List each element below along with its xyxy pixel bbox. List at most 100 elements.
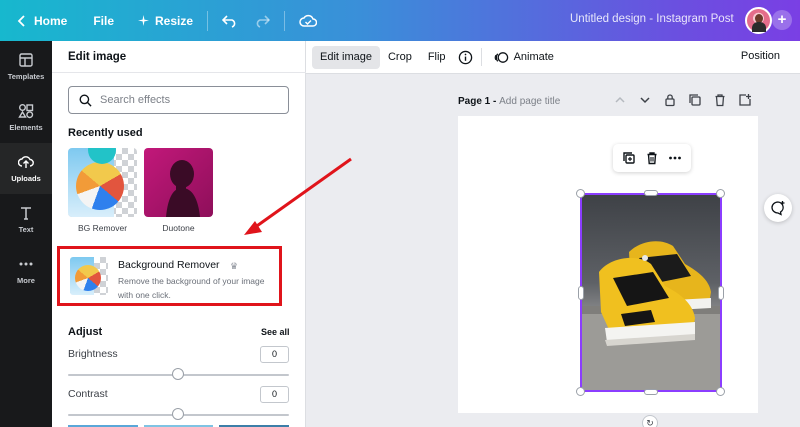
elements-icon <box>18 104 34 119</box>
add-page-icon[interactable] <box>738 93 752 107</box>
chevron-left-icon <box>17 14 25 27</box>
contrast-slider-knob[interactable] <box>172 408 184 420</box>
crop-label: Crop <box>387 51 412 63</box>
resize-handle-top-right[interactable] <box>716 189 725 198</box>
panel-divider <box>52 72 306 73</box>
rotate-handle[interactable]: ↻ <box>642 415 658 427</box>
flip-button[interactable]: Flip <box>420 46 454 69</box>
bg-remover-label: BG Remover <box>77 223 128 233</box>
position-button[interactable]: Position <box>741 50 780 62</box>
animate-label: Animate <box>513 51 554 63</box>
image-toolbar: Edit image Crop Flip Animate Position <box>306 41 800 74</box>
info-button[interactable] <box>454 46 477 69</box>
panel-title: Edit image <box>68 51 127 63</box>
duplicate-icon[interactable] <box>622 151 636 165</box>
more-icon <box>19 262 33 266</box>
redo-button[interactable] <box>246 0 278 41</box>
portrait-image <box>166 160 200 217</box>
flip-label: Flip <box>427 51 446 63</box>
rail-label: Uploads <box>11 174 41 183</box>
undo-button[interactable] <box>214 0 246 41</box>
resize-button[interactable]: Resize <box>130 0 201 41</box>
page-title-placeholder: Add page title <box>499 96 561 107</box>
resize-handle-right[interactable] <box>718 286 724 300</box>
rail-label: Elements <box>9 123 43 132</box>
contrast-label: Contrast <box>68 388 108 400</box>
uploads-icon <box>18 156 34 168</box>
toolbar-divider <box>480 48 482 66</box>
search-effects-input[interactable] <box>100 94 280 106</box>
animate-icon <box>494 51 508 63</box>
background-remover-description: Remove the background of your image with… <box>118 276 265 300</box>
info-icon <box>458 50 472 64</box>
save-status-button[interactable] <box>291 0 325 41</box>
background-remover-thumbnail <box>70 257 108 295</box>
recently-used-title: Recently used <box>68 127 143 139</box>
topbar-divider <box>207 10 209 31</box>
bg-remover-thumbnail[interactable] <box>68 148 137 217</box>
background-remover-item[interactable]: Background Remover ♛ Remove the backgrou… <box>57 246 282 306</box>
background-remover-title: Background Remover <box>118 259 220 271</box>
rail-item-more[interactable]: More <box>0 245 52 296</box>
rail-label: More <box>17 276 35 285</box>
trash-icon[interactable] <box>645 151 659 165</box>
sparkle-icon <box>138 15 150 26</box>
edit-image-button[interactable]: Edit image <box>312 45 380 69</box>
file-label: File <box>93 13 115 28</box>
comment-button[interactable] <box>764 194 792 222</box>
see-all-link[interactable]: See all <box>261 327 290 337</box>
rail-item-uploads[interactable]: Uploads <box>0 143 52 194</box>
page-label[interactable]: Page 1 - Add page title <box>458 96 560 107</box>
home-button[interactable]: Home <box>8 0 75 41</box>
rail-label: Templates <box>7 72 45 81</box>
duplicate-page-icon[interactable] <box>688 93 702 107</box>
duotone-thumbnail[interactable] <box>144 148 213 217</box>
rail-item-text[interactable]: Text <box>0 194 52 245</box>
design-title[interactable]: Untitled design - Instagram Post <box>570 13 734 25</box>
left-rail: Templates Elements Uploads Text More <box>0 41 52 427</box>
resize-handle-left[interactable] <box>578 286 584 300</box>
edit-image-panel: Edit image Recently used BG Remover Duot… <box>52 41 306 427</box>
crop-button[interactable]: Crop <box>380 46 420 69</box>
home-label: Home <box>34 13 68 28</box>
cloud-check-icon <box>299 14 318 27</box>
text-icon <box>21 207 31 220</box>
add-collaborator-button[interactable]: + <box>772 10 792 30</box>
avatar-body <box>752 22 766 32</box>
templates-icon <box>19 53 33 67</box>
chevron-down-icon[interactable] <box>638 93 652 107</box>
add-comment-icon <box>771 201 785 216</box>
animate-button[interactable]: Animate <box>486 46 562 69</box>
page-number: Page 1 - <box>458 96 500 107</box>
brightness-label: Brightness <box>68 348 118 360</box>
contrast-value-field[interactable]: 0 <box>260 386 289 403</box>
undo-icon <box>222 14 236 28</box>
rail-item-templates[interactable]: Templates <box>0 41 52 92</box>
resize-handle-bottom[interactable] <box>644 389 658 395</box>
top-bar: Home File Resize Untitled design - Insta… <box>0 0 800 41</box>
chevron-up-icon[interactable] <box>613 93 627 107</box>
file-menu-button[interactable]: File <box>85 0 122 41</box>
duotone-label: Duotone <box>162 223 195 233</box>
sneakers-image <box>581 194 721 391</box>
lock-icon[interactable] <box>663 93 677 107</box>
edit-image-label: Edit image <box>320 51 372 63</box>
resize-handle-top[interactable] <box>644 190 658 196</box>
sneakers-photo[interactable] <box>581 194 721 391</box>
resize-handle-top-left[interactable] <box>576 189 585 198</box>
rail-item-elements[interactable]: Elements <box>0 92 52 143</box>
avatar[interactable] <box>745 7 772 34</box>
brightness-slider-knob[interactable] <box>172 368 184 380</box>
resize-label: Resize <box>155 13 194 28</box>
search-effects-box[interactable] <box>68 86 289 114</box>
adjust-title: Adjust <box>68 326 103 338</box>
resize-handle-bottom-right[interactable] <box>716 387 725 396</box>
brightness-value-field[interactable]: 0 <box>260 346 289 363</box>
beach-ball-image <box>76 162 124 210</box>
page-tools <box>613 93 752 107</box>
resize-handle-bottom-left[interactable] <box>576 387 585 396</box>
topbar-divider <box>284 10 286 31</box>
more-options-icon[interactable] <box>668 151 682 165</box>
delete-page-icon[interactable] <box>713 93 727 107</box>
search-icon <box>79 94 92 107</box>
